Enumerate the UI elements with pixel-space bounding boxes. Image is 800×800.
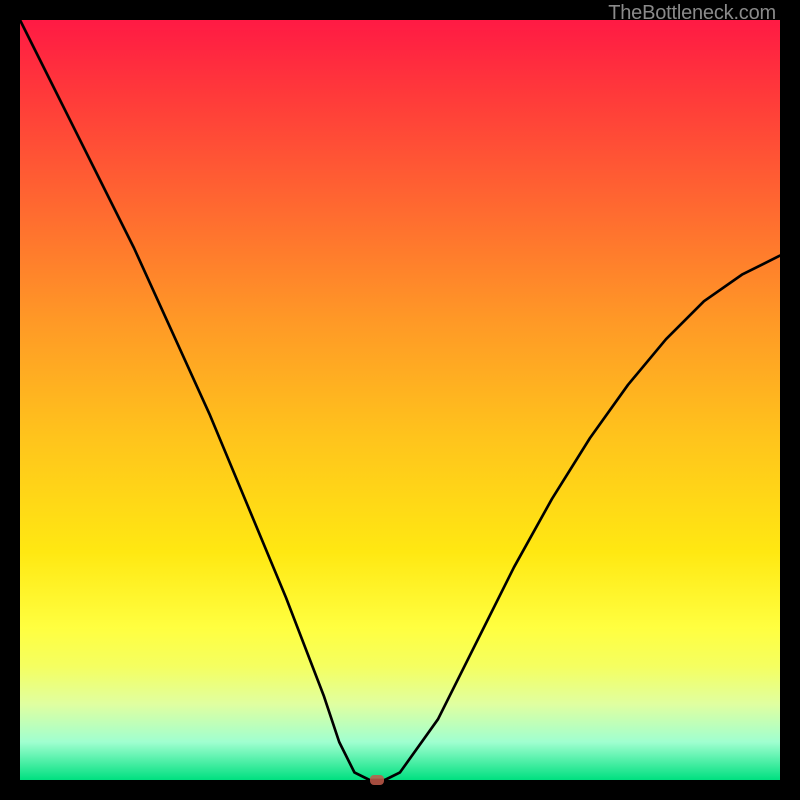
bottleneck-curve [20, 20, 780, 780]
selected-point-marker [370, 775, 384, 785]
chart-gradient-area [20, 20, 780, 780]
watermark-text: TheBottleneck.com [608, 2, 776, 25]
